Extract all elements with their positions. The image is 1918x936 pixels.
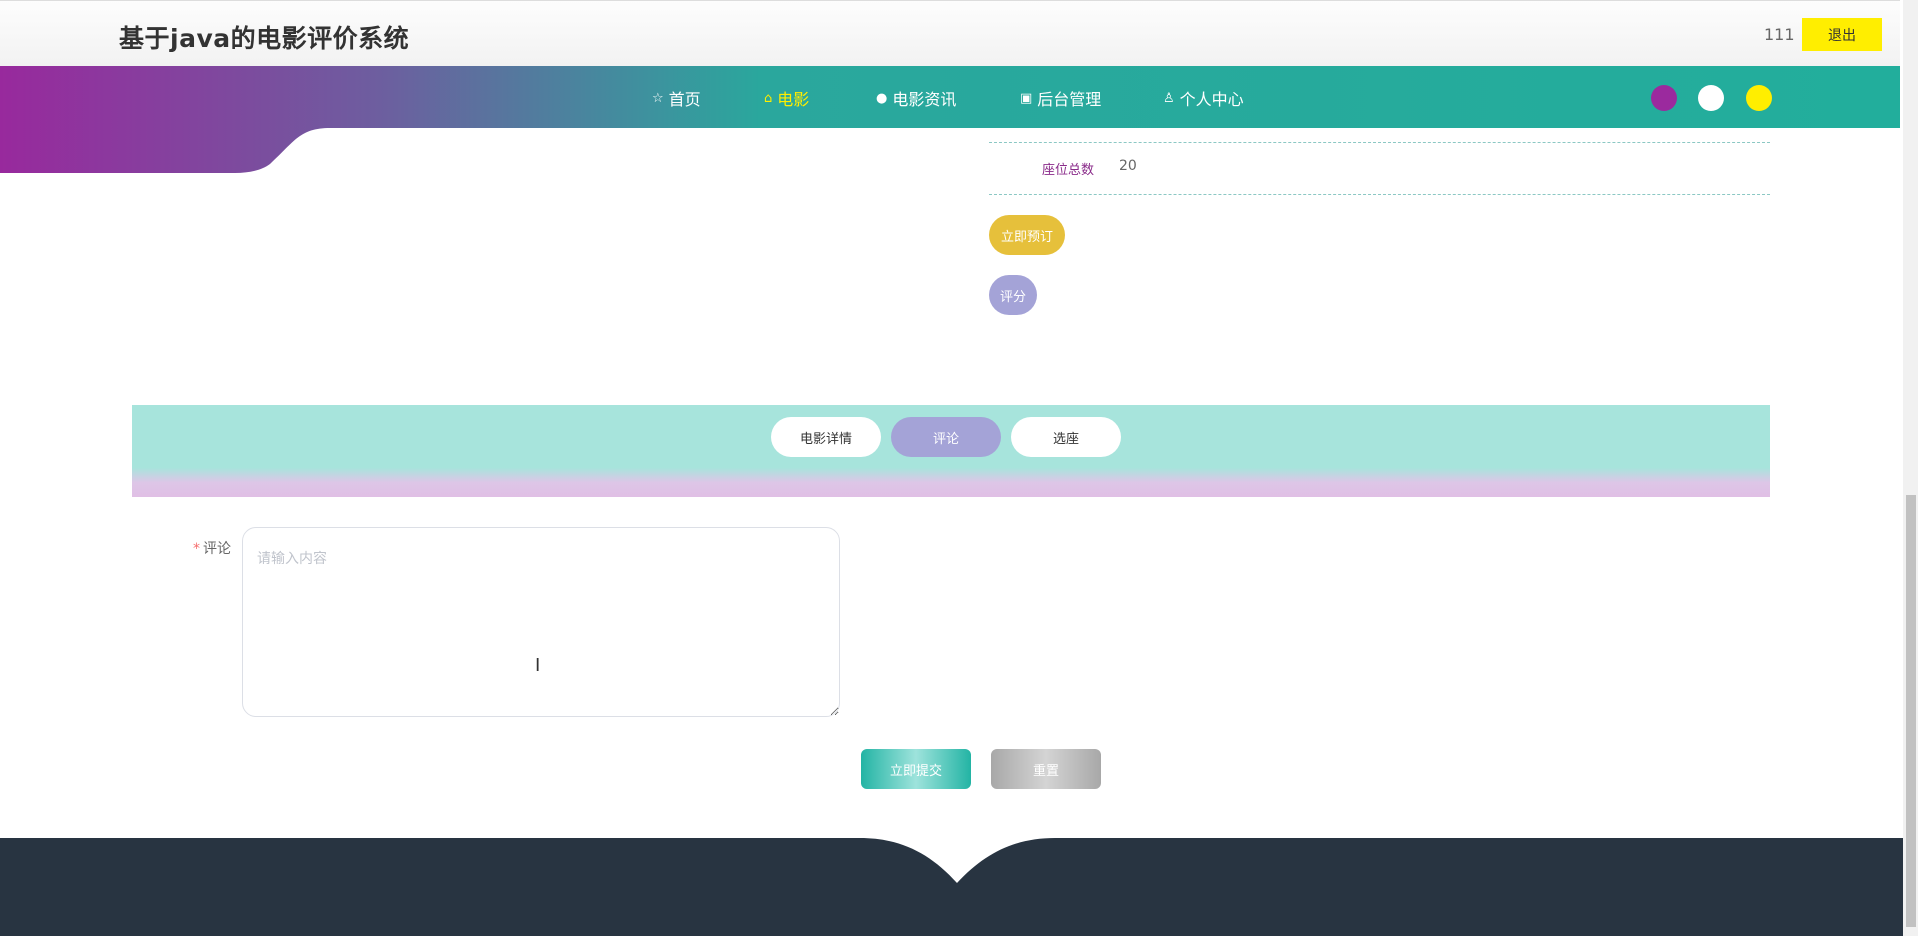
info-row-seats: 座位总数 20 [989,144,1770,195]
star-icon: ☆ [652,90,664,106]
nav-item-movies[interactable]: ⌂ 电影 [764,86,809,110]
nav-item-label: 电影资讯 [892,90,957,109]
logout-button[interactable]: 退出 [1802,18,1882,51]
site-title: 基于java的电影评价系统 [119,24,410,53]
nav-item-label: 电影 [777,90,810,109]
info-row-partial [989,92,1770,143]
submit-button[interactable]: 立即提交 [861,749,971,789]
required-mark: * [193,541,200,557]
bag-icon: ⌂ [764,90,773,106]
top-bar: 基于java的电影评价系统 111 退出 [0,0,1900,67]
footer [0,838,1903,936]
info-icon: ● [876,90,888,106]
nav-item-home[interactable]: ☆ 首页 [652,86,701,110]
tab-comments[interactable]: 评论 [891,417,1001,457]
seat-count-value: 20 [1119,158,1137,174]
reset-button[interactable]: 重置 [991,749,1101,789]
rate-button[interactable]: 评分 [989,275,1037,315]
comment-label: * 评论 [193,538,231,558]
comment-textarea[interactable] [242,527,840,717]
tab-seat-selection[interactable]: 选座 [1011,417,1121,457]
tab-band: 电影详情 评论 选座 [132,405,1770,497]
text-cursor-icon: I [535,655,541,676]
seat-count-label: 座位总数 [1042,163,1095,178]
nav-item-news[interactable]: ● 电影资讯 [876,86,956,110]
comment-label-text: 评论 [203,541,231,557]
book-now-button[interactable]: 立即预订 [989,215,1065,255]
nav-item-label: 首页 [668,90,701,109]
scrollbar-thumb[interactable] [1906,495,1916,927]
tab-movie-details[interactable]: 电影详情 [771,417,881,457]
username: 111 [1764,25,1795,44]
